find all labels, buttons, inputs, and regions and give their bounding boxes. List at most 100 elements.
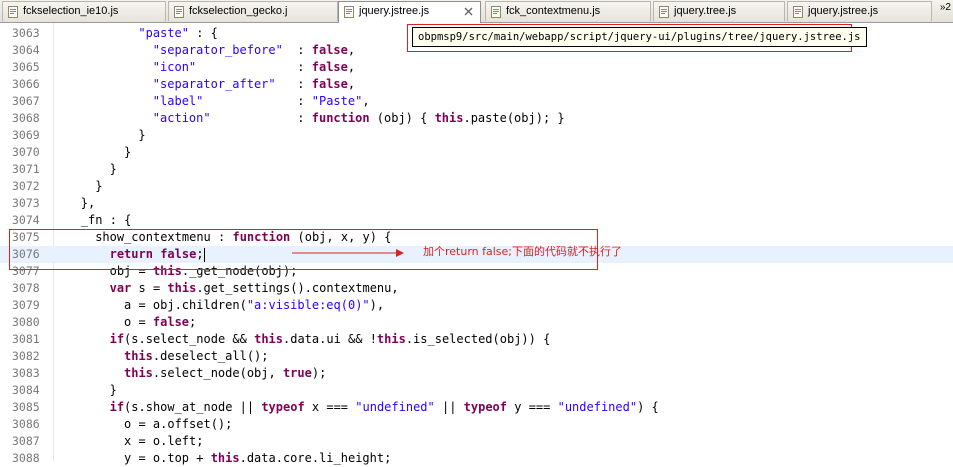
line-number: 3067	[12, 94, 40, 108]
code-token: ,	[347, 60, 356, 74]
keyword-token: this	[167, 281, 197, 295]
keyword-token: false	[311, 43, 348, 57]
code-token: : {	[188, 26, 218, 40]
code-line[interactable]: 3083 this.select_node(obj, true);	[0, 365, 953, 382]
code-line[interactable]: 3086 o = a.offset();	[0, 416, 953, 433]
keyword-token: var	[109, 281, 132, 295]
string-token: "label"	[152, 94, 204, 108]
js-file-icon	[491, 6, 501, 18]
code-text: "separator_before" : false,	[153, 42, 355, 59]
string-token: "action"	[152, 111, 211, 125]
code-line[interactable]: 3080 o = false;	[0, 314, 953, 331]
code-line[interactable]: 3067 "label" : "Paste",	[0, 93, 953, 110]
close-tab-icon[interactable]	[462, 5, 475, 18]
tab-0[interactable]: fckselection_ie10.js	[2, 1, 166, 21]
code-token: }	[138, 128, 146, 142]
code-text: "icon" : false,	[153, 59, 355, 76]
code-line[interactable]: 3070}	[0, 144, 953, 161]
code-token: :	[275, 77, 312, 91]
code-line[interactable]: 3068 "action" : function (obj) { this.pas…	[0, 110, 953, 127]
tab-2[interactable]: jquery.jstree.js	[338, 1, 481, 23]
code-text: if(s.select_node && this.data.ui && !thi…	[110, 331, 551, 348]
code-token: }	[95, 179, 103, 193]
keyword-token: typeof	[261, 400, 305, 414]
code-line[interactable]: 3073},	[0, 195, 953, 212]
keyword-token: false	[152, 315, 190, 329]
code-line[interactable]: 3066 "separator_after" : false,	[0, 76, 953, 93]
code-text: }	[110, 382, 117, 399]
code-text: }	[110, 161, 117, 178]
js-file-icon	[344, 6, 354, 18]
code-text: }	[95, 178, 102, 195]
code-line[interactable]: 3072}	[0, 178, 953, 195]
code-token: .deselect_all();	[152, 349, 269, 363]
code-token: );	[311, 366, 327, 380]
code-token: }	[124, 145, 132, 159]
tab-3[interactable]: fck_contextmenu.js	[485, 1, 651, 21]
code-line[interactable]: 3079 a = obj.children("a:visible:eq(0)"),	[0, 297, 953, 314]
code-line[interactable]: 3069}	[0, 127, 953, 144]
code-token: x ===	[304, 400, 356, 414]
code-text: x = o.left;	[124, 433, 203, 450]
line-number: 3088	[12, 451, 40, 465]
code-line[interactable]: 3082 this.deselect_all();	[0, 348, 953, 365]
code-line[interactable]: 3087 x = o.left;	[0, 433, 953, 450]
line-number: 3078	[12, 281, 40, 295]
keyword-token: false	[311, 60, 348, 74]
code-text: "paste" : {	[138, 25, 217, 42]
code-token: :	[196, 60, 312, 74]
code-line[interactable]: 3084}	[0, 382, 953, 399]
code-token: ||	[434, 400, 464, 414]
code-token: (s.show_at_node ||	[124, 400, 262, 414]
line-number: 3079	[12, 298, 40, 312]
code-line[interactable]: 3078 var s = this.get_settings().contextm…	[0, 280, 953, 297]
code-token: ) {	[637, 400, 659, 414]
tab-overflow-indicator[interactable]: »2	[940, 2, 951, 13]
tab-label: fckselection_ie10.js	[23, 5, 119, 17]
code-line[interactable]: 3088 y = o.top + this.data.core.li_height…	[0, 450, 953, 467]
code-line[interactable]: 3074 _fn : {	[0, 212, 953, 229]
code-text: },	[81, 195, 95, 212]
code-text: this.deselect_all();	[124, 348, 269, 365]
line-number: 3072	[12, 179, 40, 193]
code-token: _fn : {	[80, 213, 132, 227]
code-token: .data.ui && !	[283, 332, 377, 346]
editor-tab-bar: fckselection_ie10.js fckselection_gecko.j…	[0, 0, 953, 23]
annotation-note: 加个return false;下面的代码就不执行了	[423, 245, 623, 258]
line-number: 3085	[12, 400, 40, 414]
tab-5[interactable]: jquery.jstree.js	[787, 1, 932, 21]
code-token: x = o.left;	[124, 434, 204, 448]
code-token: },	[80, 196, 96, 210]
code-token: .select_node(obj,	[152, 366, 283, 380]
tab-1[interactable]: fckselection_gecko.j	[168, 1, 338, 21]
code-token: :	[210, 111, 312, 125]
code-token: ),	[369, 298, 385, 312]
line-number: 3081	[12, 332, 40, 346]
line-number: 3071	[12, 162, 40, 176]
line-number: 3070	[12, 145, 40, 159]
code-token: .data.core.li_height;	[239, 451, 392, 465]
code-token: a = obj.children(	[124, 298, 247, 312]
tab-4[interactable]: jquery.tree.js	[653, 1, 785, 21]
code-token: }	[109, 383, 117, 397]
code-line[interactable]: 3065 "icon" : false,	[0, 59, 953, 76]
file-path-tooltip: obpmsp9/src/main/webapp/script/jquery-ui…	[412, 27, 867, 47]
code-text: o = false;	[124, 314, 196, 331]
code-line[interactable]: 3071}	[0, 161, 953, 178]
code-text: "label" : "Paste",	[153, 93, 370, 110]
line-number: 3068	[12, 111, 40, 125]
keyword-token: this	[376, 332, 406, 346]
line-number: 3082	[12, 349, 40, 363]
code-line[interactable]: 3081 if(s.select_node && this.data.ui && …	[0, 331, 953, 348]
code-line[interactable]: 3085 if(s.show_at_node || typeof x === "u…	[0, 399, 953, 416]
keyword-token: function	[311, 111, 370, 125]
line-number: 3064	[12, 43, 40, 57]
tab-label: jquery.jstree.js	[359, 5, 430, 17]
line-number: 3080	[12, 315, 40, 329]
code-token: ,	[362, 94, 370, 108]
code-token: .get_settings().contextmenu,	[196, 281, 399, 295]
string-token: "Paste"	[311, 94, 363, 108]
js-file-icon	[174, 6, 184, 18]
line-number: 3073	[12, 196, 40, 210]
code-text: this.select_node(obj, true);	[124, 365, 326, 382]
